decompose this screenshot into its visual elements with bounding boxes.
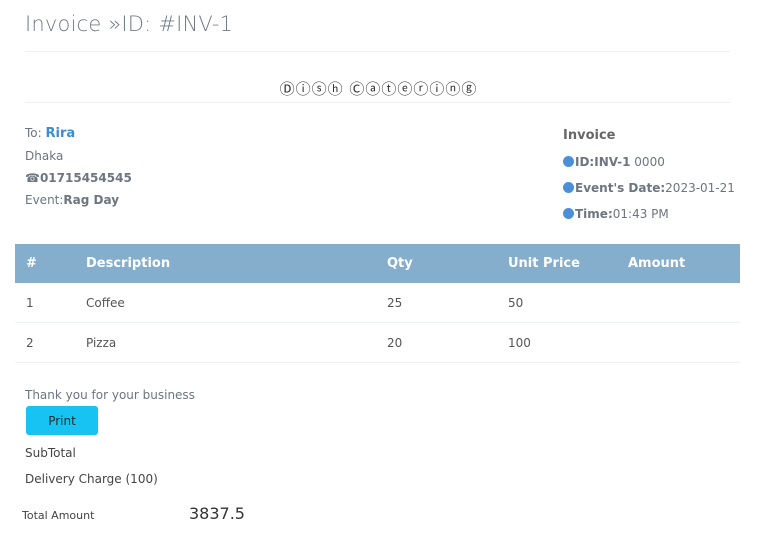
bullet-icon xyxy=(563,182,574,193)
table-header-row: # Description Qty Unit Price Amount xyxy=(15,244,740,283)
cell-description: Pizza xyxy=(86,335,117,350)
customer-name: Rira xyxy=(45,126,76,141)
col-header-amount: Amount xyxy=(628,256,686,271)
subtotal-label: SubTotal xyxy=(25,446,76,460)
cell-num: 1 xyxy=(26,295,34,310)
thanks-message: Thank you for your business xyxy=(25,388,195,402)
bullet-icon xyxy=(563,208,574,219)
event-time-row: Time:01:43 PM xyxy=(563,201,735,227)
table-row: 1 Coffee 25 50 xyxy=(15,283,740,323)
col-header-unit-price: Unit Price xyxy=(508,256,580,271)
phone-icon: ☎ xyxy=(25,171,40,185)
col-header-description: Description xyxy=(86,256,171,271)
customer-phone-row: ☎01715454545 xyxy=(25,167,132,189)
customer-phone: 01715454545 xyxy=(39,171,132,185)
cell-description: Coffee xyxy=(86,295,125,310)
brand-name: Ⓓⓘⓢⓗ Ⓒⓐⓣⓔⓡⓘⓝⓖ xyxy=(279,80,478,98)
invoice-heading: Invoice xyxy=(563,128,616,143)
total-amount-label: Total Amount xyxy=(22,509,95,522)
bill-to-recipient: To: Rira xyxy=(25,122,132,145)
customer-city: Dhaka xyxy=(25,149,64,163)
event-time-value: 01:43 PM xyxy=(612,207,669,221)
col-header-num: # xyxy=(26,256,37,271)
col-header-qty: Qty xyxy=(387,256,413,271)
event-row: Event:Rag Day xyxy=(25,189,132,211)
event-date-label: Event's Date: xyxy=(575,181,666,195)
invoice-meta: Invoice ID:INV-1 0000 Event's Date:2023-… xyxy=(563,123,735,227)
cell-unit-price: 100 xyxy=(508,335,531,350)
delivery-charge-label: Delivery Charge (100) xyxy=(25,472,158,486)
cell-qty: 25 xyxy=(387,295,403,310)
brand-divider xyxy=(25,102,730,103)
event-label: Event: xyxy=(25,193,64,207)
event-time-label: Time: xyxy=(575,207,613,221)
event-name: Rag Day xyxy=(63,193,120,207)
page-title: Invoice »ID: #INV-1 xyxy=(25,12,234,36)
invoice-id-row: ID:INV-1 0000 xyxy=(563,149,735,175)
total-amount-value: 3837.5 xyxy=(189,504,245,523)
print-button[interactable]: Print xyxy=(26,406,98,435)
table-row: 2 Pizza 20 100 xyxy=(15,323,740,363)
event-date-row: Event's Date:2023-01-21 xyxy=(563,175,735,201)
title-divider xyxy=(25,51,730,52)
event-date-value: 2023-01-21 xyxy=(665,181,735,195)
cell-qty: 20 xyxy=(387,335,403,350)
invoice-id-label: ID:INV-1 xyxy=(575,155,631,169)
cell-amount xyxy=(628,323,740,363)
invoice-id-value: 0000 xyxy=(630,155,665,169)
bill-to-block: To: Rira Dhaka ☎01715454545 Event:Rag Da… xyxy=(25,122,132,211)
cell-num: 2 xyxy=(26,335,34,350)
cell-amount xyxy=(628,283,740,323)
to-label: To: xyxy=(25,126,46,140)
cell-unit-price: 50 xyxy=(508,295,524,310)
invoice-items-table: # Description Qty Unit Price Amount 1 Co… xyxy=(15,244,740,363)
bullet-icon xyxy=(563,156,574,167)
